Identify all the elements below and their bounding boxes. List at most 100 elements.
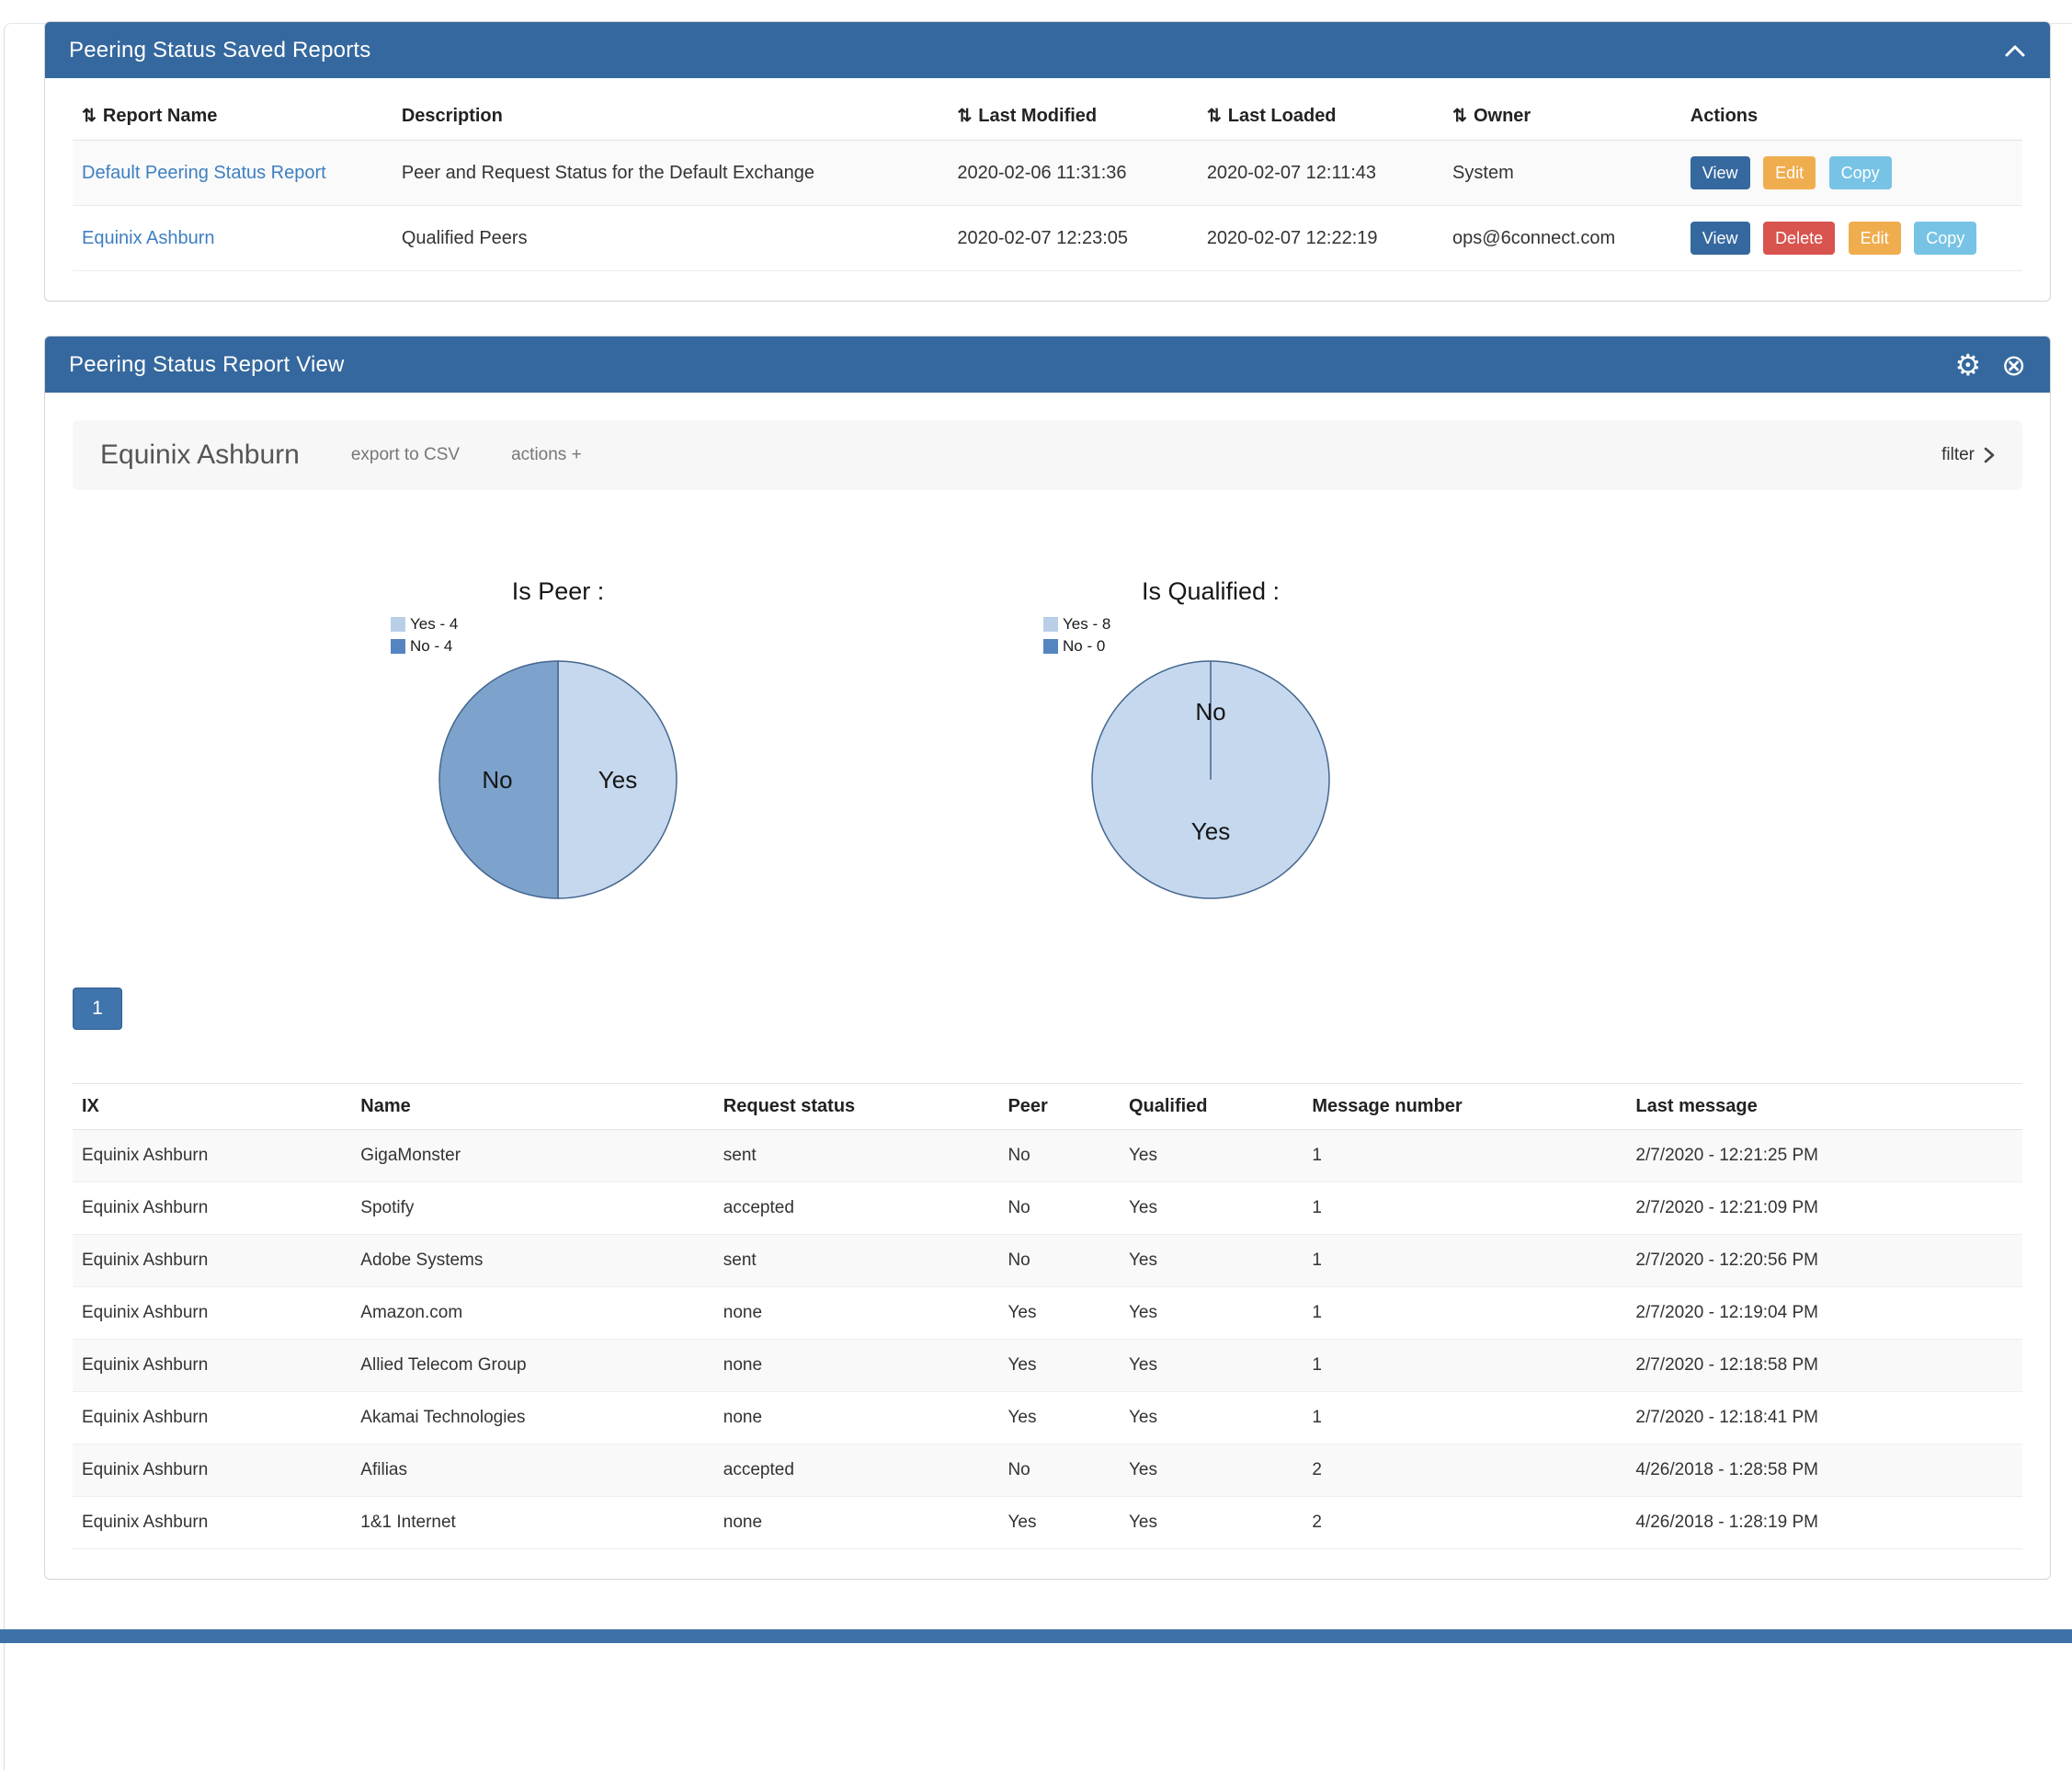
- result-cell: Yes: [998, 1287, 1120, 1340]
- report-owner: System: [1443, 141, 1681, 206]
- col-header-owner[interactable]: ⇅Owner: [1443, 87, 1681, 141]
- result-cell: 2/7/2020 - 12:20:56 PM: [1626, 1235, 2022, 1287]
- result-cell: Equinix Ashburn: [73, 1497, 351, 1549]
- copy-button[interactable]: Copy: [1829, 156, 1892, 189]
- legend-label: No - 4: [410, 637, 452, 656]
- result-cell: 1: [1303, 1287, 1626, 1340]
- col-header-message-number: Message number: [1303, 1084, 1626, 1130]
- result-cell: Yes: [1120, 1130, 1303, 1182]
- result-cell: Yes: [998, 1392, 1120, 1445]
- result-cell: Allied Telecom Group: [351, 1340, 714, 1392]
- result-cell: accepted: [714, 1445, 999, 1497]
- col-header-qualified: Qualified: [1120, 1084, 1303, 1130]
- report-view-name: Equinix Ashburn: [100, 440, 300, 471]
- result-cell: No: [998, 1130, 1120, 1182]
- results-header-row: IX Name Request status Peer Qualified Me…: [73, 1084, 2022, 1130]
- result-cell: Yes: [998, 1497, 1120, 1549]
- report-last-modified: 2020-02-07 12:23:05: [948, 206, 1197, 271]
- result-row: Equinix AshburnSpotifyacceptedNoYes12/7/…: [73, 1182, 2022, 1235]
- result-cell: No: [998, 1182, 1120, 1235]
- result-cell: Yes: [1120, 1445, 1303, 1497]
- copy-button[interactable]: Copy: [1914, 222, 1976, 255]
- col-header-report-name[interactable]: ⇅Report Name: [73, 87, 393, 141]
- legend-swatch-no: [391, 639, 405, 654]
- report-view-title: Peering Status Report View: [69, 352, 345, 378]
- saved-reports-panel: Peering Status Saved Reports ⇅Report Nam…: [44, 21, 2051, 302]
- result-cell: 4/26/2018 - 1:28:19 PM: [1626, 1497, 2022, 1549]
- close-circle-icon[interactable]: ⊗: [2001, 350, 2026, 380]
- result-row: Equinix Ashburn1&1 InternetnoneYesYes24/…: [73, 1497, 2022, 1549]
- chart-title: Is Qualified :: [1142, 577, 1280, 606]
- result-cell: Amazon.com: [351, 1287, 714, 1340]
- result-cell: sent: [714, 1235, 999, 1287]
- is-peer-chart: Is Peer : Yes - 4 No - 4 No Yes: [310, 577, 806, 900]
- result-cell: Equinix Ashburn: [73, 1182, 351, 1235]
- result-cell: 1: [1303, 1130, 1626, 1182]
- result-cell: 2/7/2020 - 12:18:58 PM: [1626, 1340, 2022, 1392]
- collapse-chevron-up-icon[interactable]: [2004, 43, 2026, 58]
- report-owner: ops@6connect.com: [1443, 206, 1681, 271]
- result-cell: Equinix Ashburn: [73, 1445, 351, 1497]
- chevron-right-icon: [1984, 446, 1995, 464]
- result-cell: Equinix Ashburn: [73, 1130, 351, 1182]
- filter-toggle[interactable]: filter: [1941, 445, 1995, 465]
- sort-icon[interactable]: ⇅: [82, 107, 97, 126]
- legend-item: Yes - 4: [391, 613, 458, 635]
- result-cell: 1: [1303, 1392, 1626, 1445]
- report-description: Peer and Request Status for the Default …: [393, 141, 948, 206]
- report-view-body: Equinix Ashburn export to CSV actions + …: [45, 393, 2050, 1579]
- legend-label: Yes - 8: [1063, 615, 1110, 634]
- sort-icon[interactable]: ⇅: [1452, 107, 1467, 126]
- pie-label-yes: Yes: [598, 766, 637, 794]
- edit-button[interactable]: Edit: [1849, 222, 1901, 255]
- result-cell: 2: [1303, 1445, 1626, 1497]
- result-cell: 1&1 Internet: [351, 1497, 714, 1549]
- result-cell: 1: [1303, 1182, 1626, 1235]
- result-cell: Yes: [1120, 1340, 1303, 1392]
- legend-swatch-no: [1043, 639, 1058, 654]
- results-table-body: Equinix AshburnGigaMonstersentNoYes12/7/…: [73, 1130, 2022, 1549]
- col-header-actions: Actions: [1681, 87, 2022, 141]
- report-row: Equinix Ashburn Qualified Peers 2020-02-…: [73, 206, 2022, 271]
- report-name-link[interactable]: Default Peering Status Report: [82, 163, 326, 183]
- legend-label: Yes - 4: [410, 615, 458, 634]
- result-cell: No: [998, 1445, 1120, 1497]
- result-row: Equinix AshburnAllied Telecom GroupnoneY…: [73, 1340, 2022, 1392]
- charts-row: Is Peer : Yes - 4 No - 4 No Yes: [73, 577, 2022, 900]
- pie-label-yes: Yes: [1191, 817, 1230, 845]
- result-cell: Afilias: [351, 1445, 714, 1497]
- result-cell: Yes: [998, 1340, 1120, 1392]
- view-button[interactable]: View: [1691, 156, 1750, 189]
- result-row: Equinix AshburnAfiliasacceptedNoYes24/26…: [73, 1445, 2022, 1497]
- settings-gear-icon[interactable]: ⚙: [1955, 350, 1982, 380]
- result-cell: 2/7/2020 - 12:21:09 PM: [1626, 1182, 2022, 1235]
- pagination-page-1-button[interactable]: 1: [73, 988, 122, 1030]
- result-cell: Equinix Ashburn: [73, 1392, 351, 1445]
- result-cell: Akamai Technologies: [351, 1392, 714, 1445]
- col-header-last-loaded[interactable]: ⇅Last Loaded: [1198, 87, 1443, 141]
- sort-icon[interactable]: ⇅: [1207, 107, 1222, 126]
- col-header-request-status: Request status: [714, 1084, 999, 1130]
- result-row: Equinix AshburnGigaMonstersentNoYes12/7/…: [73, 1130, 2022, 1182]
- view-button[interactable]: View: [1691, 222, 1750, 255]
- export-csv-link[interactable]: export to CSV: [351, 445, 460, 465]
- is-qualified-chart: Is Qualified : Yes - 8 No - 0 No Yes: [962, 577, 1459, 900]
- pie-label-no: No: [482, 766, 512, 794]
- result-cell: 1: [1303, 1235, 1626, 1287]
- sort-icon[interactable]: ⇅: [957, 107, 972, 126]
- report-name-link[interactable]: Equinix Ashburn: [82, 228, 215, 248]
- result-cell: Yes: [1120, 1235, 1303, 1287]
- report-last-loaded: 2020-02-07 12:22:19: [1198, 206, 1443, 271]
- col-header-last-modified[interactable]: ⇅Last Modified: [948, 87, 1197, 141]
- col-header-last-message: Last message: [1626, 1084, 2022, 1130]
- result-cell: Yes: [1120, 1182, 1303, 1235]
- footer-bar: [0, 1629, 2072, 1643]
- edit-button[interactable]: Edit: [1763, 156, 1816, 189]
- legend-swatch-yes: [391, 617, 405, 632]
- delete-button[interactable]: Delete: [1763, 222, 1835, 255]
- actions-menu-link[interactable]: actions +: [511, 445, 582, 465]
- result-row: Equinix AshburnAmazon.comnoneYesYes12/7/…: [73, 1287, 2022, 1340]
- result-cell: Yes: [1120, 1392, 1303, 1445]
- is-peer-pie: No Yes: [438, 659, 678, 900]
- chart-legend: Yes - 8 No - 0: [1043, 613, 1110, 657]
